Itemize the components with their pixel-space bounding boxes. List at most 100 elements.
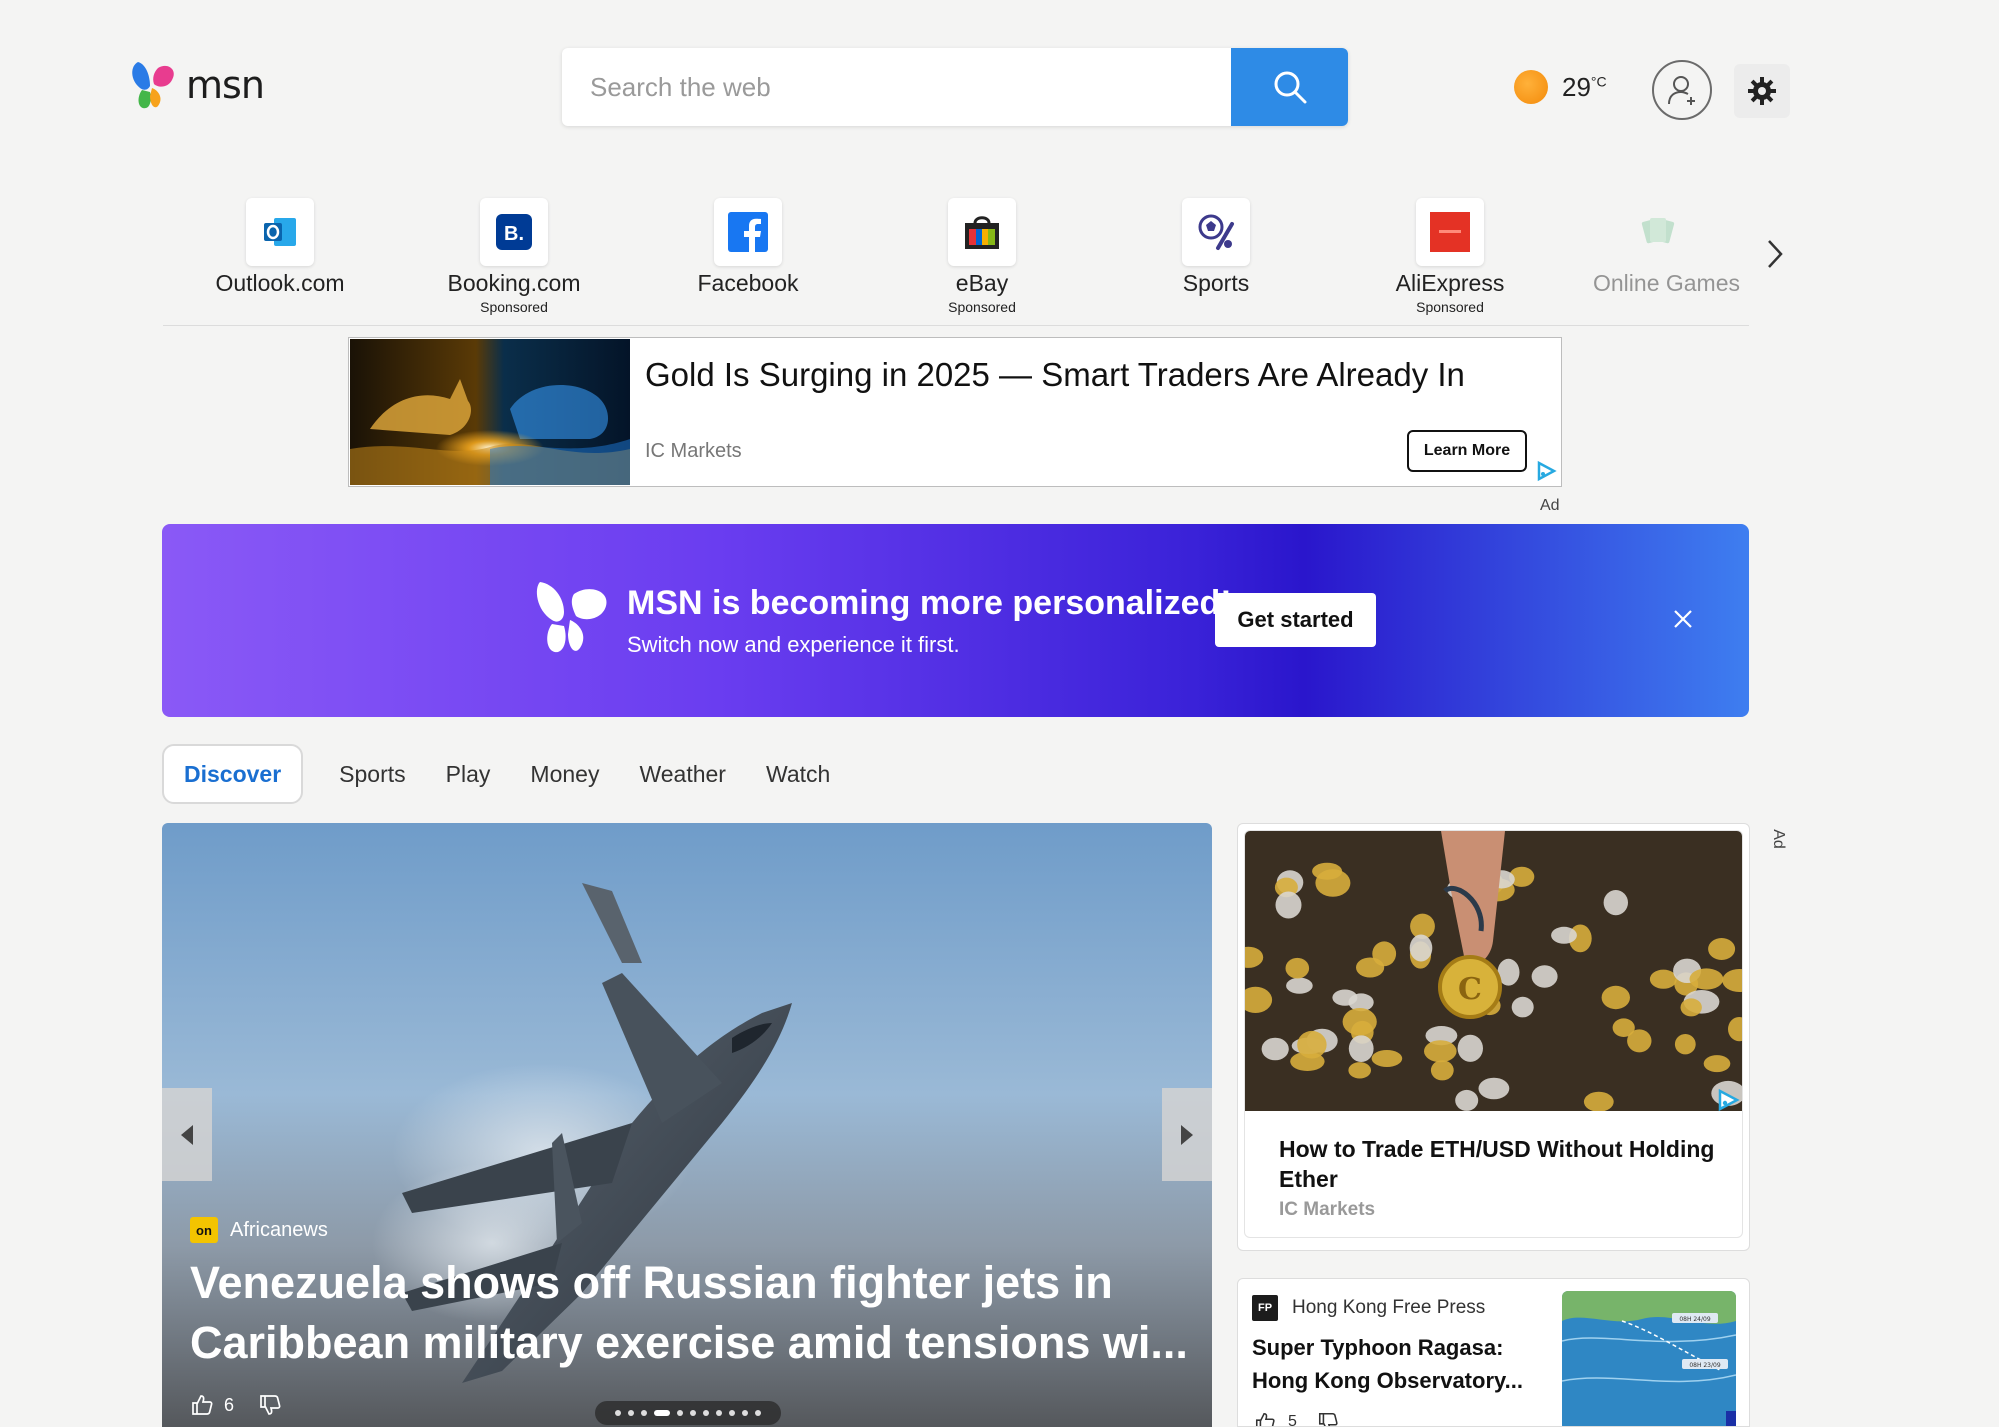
map-label-1: 08H 23/09 [1689, 1362, 1721, 1369]
promo-subtitle: Switch now and experience it first. [627, 632, 960, 657]
hero-source[interactable]: on Africanews [190, 1217, 328, 1243]
adchoices-icon[interactable] [1535, 460, 1557, 487]
thumbs-down-icon[interactable] [258, 1393, 282, 1417]
sports-icon [1198, 214, 1234, 250]
africanews-logo: on [190, 1217, 218, 1243]
promo-title: MSN is becoming more personalized! [627, 584, 1232, 622]
quicklink-aliexpress[interactable]: AliExpress Sponsored [1333, 198, 1567, 315]
quicklinks-next-button[interactable] [1760, 234, 1790, 274]
feed-tabs: Discover Sports Play Money Weather Watch [162, 744, 850, 804]
tab-discover[interactable]: Discover [162, 744, 304, 804]
news-card-source[interactable]: FP Hong Kong Free Press [1252, 1295, 1485, 1321]
hero-reactions: 6 [190, 1393, 282, 1417]
tab-play[interactable]: Play [426, 744, 511, 804]
quicklink-label: Sports [1182, 270, 1250, 296]
news-card-source-name: Hong Kong Free Press [1292, 1297, 1486, 1318]
gear-icon [1748, 77, 1776, 105]
carousel-dot[interactable] [628, 1410, 634, 1416]
news-card[interactable]: FP Hong Kong Free Press Super Typhoon Ra… [1237, 1278, 1750, 1427]
carousel-dot[interactable] [641, 1410, 647, 1416]
temperature: 29°C [1562, 71, 1607, 102]
tab-weather[interactable]: Weather [619, 744, 746, 804]
carousel-dot[interactable] [716, 1410, 722, 1416]
news-card-reactions: 5 [1254, 1411, 1339, 1427]
aliexpress-icon [1430, 212, 1470, 252]
search-bar [562, 48, 1348, 126]
quicklink-tile [714, 198, 782, 266]
ad-advertiser: IC Markets [645, 440, 742, 462]
weather-widget[interactable]: 29°C [1514, 70, 1607, 104]
facebook-icon [728, 212, 768, 252]
profile-button[interactable] [1652, 60, 1712, 120]
thumbs-down-icon[interactable] [1317, 1411, 1339, 1427]
quicklink-outlook[interactable]: Outlook.com [163, 198, 397, 297]
carousel-dot[interactable] [729, 1410, 735, 1416]
get-started-button[interactable]: Get started [1215, 593, 1376, 647]
butterfly-logo-icon [132, 62, 174, 109]
quicklink-tile [246, 198, 314, 266]
butterfly-icon [536, 582, 607, 653]
tab-sports[interactable]: Sports [319, 744, 425, 804]
sponsored-card-advertiser: IC Markets [1279, 1199, 1376, 1220]
carousel-prev-button[interactable] [162, 1088, 212, 1181]
search-icon [1274, 71, 1306, 104]
quicklink-label: eBay [955, 270, 1009, 296]
sponsored-card-image: C [1245, 831, 1742, 1111]
sponsored-card[interactable]: C How to Trade ETH/USD Without Holding E… [1237, 823, 1750, 1251]
carousel-indicator[interactable] [595, 1401, 781, 1425]
quicklink-online-games[interactable]: Online Games [1567, 198, 1749, 297]
msn-homepage: msn 29°C [0, 0, 1999, 1427]
quicklink-tile [1416, 198, 1484, 266]
quicklink-booking[interactable]: B. Booking.com Sponsored [397, 198, 631, 315]
typhoon-map-image: 08H 23/09 08H 24/09 [1562, 1291, 1736, 1426]
quicklink-tile: B. [480, 198, 548, 266]
learn-more-button[interactable]: Learn More [1407, 430, 1527, 472]
settings-button[interactable] [1734, 64, 1790, 118]
sponsored-label: Sponsored [480, 299, 548, 315]
news-card-headline[interactable]: Super Typhoon Ragasa: Hong Kong Observat… [1252, 1331, 1532, 1397]
quicklink-label: AliExpress [1395, 270, 1505, 296]
quicklink-tile [1182, 198, 1250, 266]
adchoices-icon[interactable] [1716, 1088, 1740, 1117]
ad-title[interactable]: Gold Is Surging in 2025 — Smart Traders … [645, 356, 1465, 394]
cards-icon [1641, 218, 1675, 244]
tab-watch[interactable]: Watch [746, 744, 850, 804]
hero-headline[interactable]: Venezuela shows off Russian fighter jets… [190, 1253, 1190, 1373]
carousel-dot[interactable] [755, 1410, 761, 1416]
sponsored-label: Sponsored [1416, 299, 1484, 315]
svg-text:B.: B. [504, 223, 524, 245]
quicklink-label: Outlook.com [215, 270, 345, 296]
sun-icon [1514, 70, 1548, 104]
ebay-bag-icon [965, 216, 999, 249]
msn-logo[interactable]: msn [128, 58, 265, 112]
search-button[interactable] [1231, 48, 1348, 126]
carousel-dot[interactable] [742, 1410, 748, 1416]
carousel-next-button[interactable] [1162, 1088, 1212, 1181]
carousel-dot[interactable] [677, 1410, 683, 1416]
chevron-right-icon [1768, 240, 1783, 268]
like-count: 6 [224, 1394, 235, 1415]
hkfp-logo: FP [1252, 1295, 1278, 1321]
search-input[interactable] [562, 48, 1231, 126]
carousel-dot[interactable] [615, 1410, 621, 1416]
tab-money[interactable]: Money [510, 744, 619, 804]
user-add-icon [1668, 76, 1695, 105]
quicklink-sports[interactable]: Sports [1099, 198, 1333, 297]
thumbs-up-icon[interactable] [1254, 1411, 1276, 1427]
sponsored-card-title[interactable]: How to Trade ETH/USD Without Holding Eth… [1279, 1134, 1719, 1194]
quicklink-label: Facebook [697, 270, 799, 296]
personalization-promo: MSN is becoming more personalized! Switc… [162, 524, 1749, 717]
hero-carousel[interactable]: on Africanews Venezuela shows off Russia… [162, 823, 1212, 1427]
carousel-dot[interactable] [703, 1410, 709, 1416]
ad-banner[interactable]: Gold Is Surging in 2025 — Smart Traders … [348, 337, 1562, 487]
quicklink-facebook[interactable]: Facebook [631, 198, 865, 297]
carousel-dot[interactable] [654, 1410, 670, 1416]
hero-source-name: Africanews [230, 1218, 328, 1241]
thumbs-up-icon[interactable] [190, 1393, 214, 1417]
quicklink-ebay[interactable]: eBay Sponsored [865, 198, 1099, 315]
outlook-icon [264, 218, 296, 246]
quicklink-label: Booking.com [447, 270, 581, 296]
carousel-dot[interactable] [690, 1410, 696, 1416]
close-icon[interactable] [1670, 606, 1696, 632]
caret-right-icon [1181, 1124, 1193, 1145]
